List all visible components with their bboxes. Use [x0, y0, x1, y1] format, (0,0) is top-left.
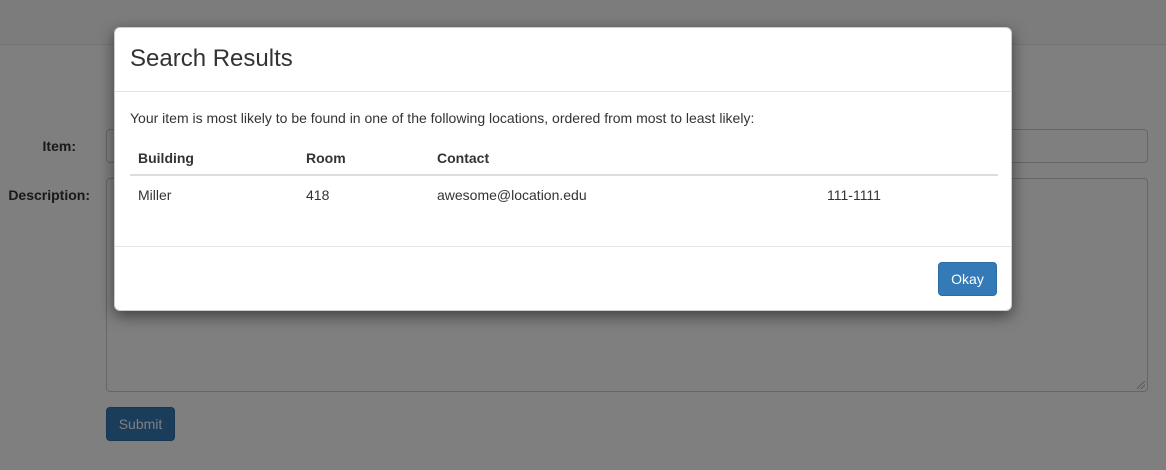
cell-building: Miller — [138, 186, 172, 203]
modal-message: Your item is most likely to be found in … — [130, 110, 755, 126]
header-building: Building — [130, 141, 298, 176]
cell-contact-phone: 111-1111 — [827, 186, 881, 203]
cell-room: 418 — [306, 186, 330, 203]
page: Item: Description: Submit Search Results… — [0, 0, 1166, 470]
table-header-row: Building Room Contact — [130, 141, 998, 176]
table-row: Miller 418 awesome@location.edu 111-1111 — [130, 175, 998, 213]
results-table: Building Room Contact Miller 418 awesome… — [130, 141, 998, 213]
header-contact: Contact — [429, 141, 819, 176]
header-phone — [819, 141, 998, 176]
cell-contact-email: awesome@location.edu — [437, 186, 587, 203]
modal-footer: Okay — [115, 246, 1011, 310]
search-results-modal: Search Results Your item is most likely … — [114, 27, 1012, 311]
header-room: Room — [298, 141, 429, 176]
modal-header: Search Results — [115, 28, 1011, 92]
okay-button[interactable]: Okay — [938, 262, 997, 296]
modal-title: Search Results — [130, 45, 293, 72]
